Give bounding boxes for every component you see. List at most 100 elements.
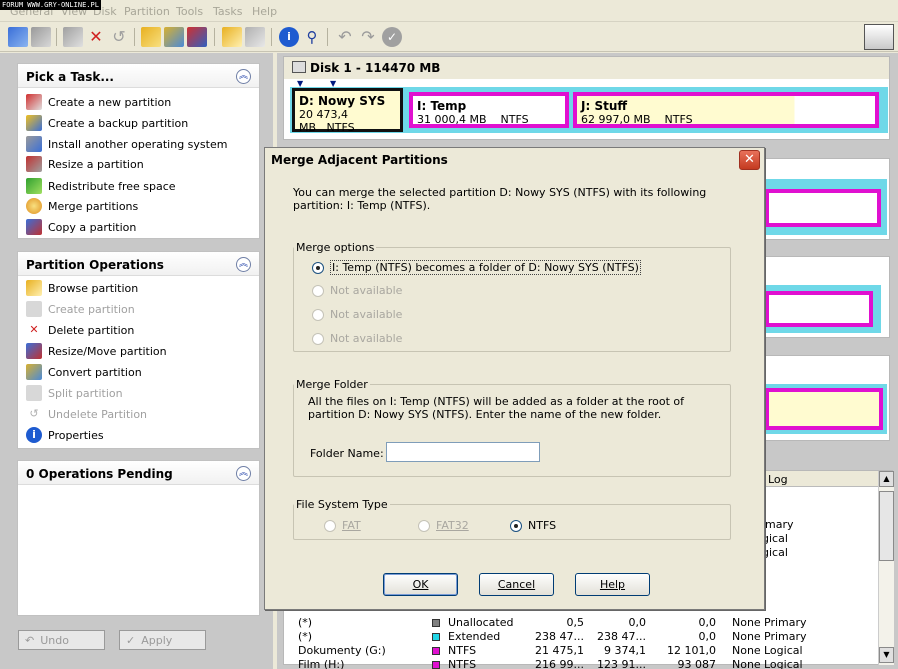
fs-ntfs[interactable]: NTFS [510, 519, 556, 532]
color-swatch [432, 632, 440, 641]
close-icon[interactable]: ✕ [739, 150, 760, 170]
partition-j[interactable]: J: Stuff 62 997,0 MB NTFS [573, 92, 879, 128]
create-partition-icon [26, 94, 42, 110]
resize-icon[interactable] [63, 27, 83, 47]
col-header-log[interactable]: Log [768, 473, 788, 486]
create-partition-icon[interactable] [8, 27, 28, 47]
cell-unused: 12 101,0 [667, 643, 716, 657]
merge-option-4[interactable]: Not available [312, 332, 402, 345]
cell-unused: 0,0 [698, 629, 717, 643]
menu-help[interactable]: Help [252, 5, 277, 18]
cell-size: 238 47... [535, 629, 584, 643]
apply-icon[interactable]: ✓ [382, 27, 402, 47]
merge-option-1[interactable]: I: Temp (NTFS) becomes a folder of D: No… [312, 260, 641, 275]
delete-icon[interactable]: ✕ [86, 27, 106, 47]
folder-description: All the files on I: Temp (NTFS) will be … [308, 395, 685, 421]
backup-icon[interactable] [31, 27, 51, 47]
disk-panel-4 [764, 355, 890, 441]
op-browse[interactable]: Browse partition [26, 279, 138, 297]
fs-fat[interactable]: FAT [324, 519, 361, 532]
op-convert[interactable]: Convert partition [26, 363, 142, 381]
undelete-icon[interactable]: ↺ [109, 27, 129, 47]
op-delete[interactable]: ✕ Delete partition [26, 321, 134, 339]
merge-option-2[interactable]: Not available [312, 284, 402, 297]
scroll-up-icon[interactable]: ▲ [879, 471, 894, 487]
scroll-thumb[interactable] [879, 491, 894, 561]
browse-icon[interactable] [222, 27, 242, 47]
cell-type: Primary [764, 615, 807, 629]
convert-icon[interactable] [164, 27, 184, 47]
resize-icon [26, 156, 42, 172]
partition-block[interactable] [765, 189, 881, 227]
radio-icon [312, 261, 324, 274]
ok-button[interactable]: OK [383, 573, 458, 596]
op-undelete[interactable]: ↺ Undelete Partition [26, 405, 147, 423]
disk-panel-3 [764, 256, 890, 338]
merge-icon[interactable] [141, 27, 161, 47]
undo-button[interactable]: ↶ Undo [18, 630, 105, 650]
disk-panel-2 [764, 158, 890, 240]
partition-i[interactable]: I: Temp 31 000,4 MB NTFS [409, 92, 569, 128]
table-row[interactable]: Dokumenty (G:) NTFS 21 475,1 9 374,1 12 101,… [298, 643, 814, 657]
task-merge[interactable]: Merge partitions [26, 197, 138, 215]
color-swatch [432, 618, 440, 627]
menu-partition[interactable]: Partition [124, 5, 170, 18]
resize-move-icon [26, 343, 42, 359]
radio-icon [312, 332, 324, 345]
menu-tools[interactable]: Tools [176, 5, 203, 18]
help-button[interactable]: Help [575, 573, 650, 596]
merge-dialog: Merge Adjacent Partitions ✕ You can merg… [264, 147, 765, 610]
op-split[interactable]: Split partition [26, 384, 123, 402]
fs-fat32[interactable]: FAT32 [418, 519, 469, 532]
cancel-button[interactable]: Cancel [479, 573, 554, 596]
dialog-intro: You can merge the selected partition D: … [293, 186, 707, 212]
disk-title: Disk 1 - 114470 MB [284, 57, 889, 79]
split-icon [26, 385, 42, 401]
menu-tasks[interactable]: Tasks [213, 5, 242, 18]
toolbar: ✕ ↺ i ⚲ ↶ ↷ ✓ [0, 22, 898, 52]
collapse-icon[interactable]: ︽ [236, 257, 251, 272]
partition-block[interactable] [765, 388, 883, 430]
task-create-backup[interactable]: Create a backup partition [26, 114, 188, 132]
apply-button[interactable]: ✓ Apply [119, 630, 206, 650]
scrollbar[interactable]: ▲ ▼ [878, 471, 894, 665]
info-icon[interactable]: i [279, 27, 299, 47]
folder-name-input[interactable] [386, 442, 540, 462]
undo-icon[interactable]: ↶ [335, 27, 355, 47]
toolbar-separator [134, 28, 135, 46]
merge-option-3[interactable]: Not available [312, 308, 402, 321]
table-row[interactable]: Film (H:) NTFS 216 99... 123 91... 93 087 Non… [298, 657, 814, 669]
task-resize[interactable]: Resize a partition [26, 155, 144, 173]
op-create[interactable]: Create partition [26, 300, 135, 318]
pending-panel: 0 Operations Pending ︽ [17, 460, 260, 616]
menu-bar: General View Disk Partition Tools Tasks … [0, 0, 898, 22]
collapse-icon[interactable]: ︽ [236, 466, 251, 481]
create-partition-icon [26, 301, 42, 317]
radio-icon [312, 284, 324, 297]
type-cell: gical [762, 532, 788, 545]
type-cell: imary [762, 518, 794, 531]
task-create-partition[interactable]: Create a new partition [26, 93, 171, 111]
op-resize-move[interactable]: Resize/Move partition [26, 342, 167, 360]
task-copy[interactable]: Copy a partition [26, 218, 136, 236]
copy-icon[interactable] [187, 27, 207, 47]
table-row[interactable]: (*) Extended 238 47... 238 47... 0,0 None Prim… [298, 629, 814, 643]
partition-block[interactable] [765, 291, 873, 327]
toolbar-separator [271, 28, 272, 46]
redo-icon[interactable]: ↷ [358, 27, 378, 47]
dialog-title: Merge Adjacent Partitions [265, 148, 764, 172]
pick-task-title: Pick a Task... [18, 64, 259, 88]
search-icon[interactable]: ⚲ [302, 27, 322, 47]
cell-name: Dokumenty (G:) [298, 643, 386, 657]
scroll-down-icon[interactable]: ▼ [879, 647, 894, 663]
split-icon[interactable] [245, 27, 265, 47]
partition-d[interactable]: D: Nowy SYS 20 473,4 MB NTFS [292, 88, 403, 134]
collapse-icon[interactable]: ︽ [236, 69, 251, 84]
apply-icon: ✓ [126, 633, 136, 647]
table-row[interactable]: (*) Unallocated 0,5 0,0 0,0 None Primary [298, 615, 814, 629]
cell-fs: Unallocated [448, 615, 514, 629]
radio-icon [324, 519, 336, 532]
task-install-os[interactable]: Install another operating system [26, 135, 227, 153]
op-properties[interactable]: i Properties [26, 426, 104, 444]
task-redistribute[interactable]: Redistribute free space [26, 177, 176, 195]
